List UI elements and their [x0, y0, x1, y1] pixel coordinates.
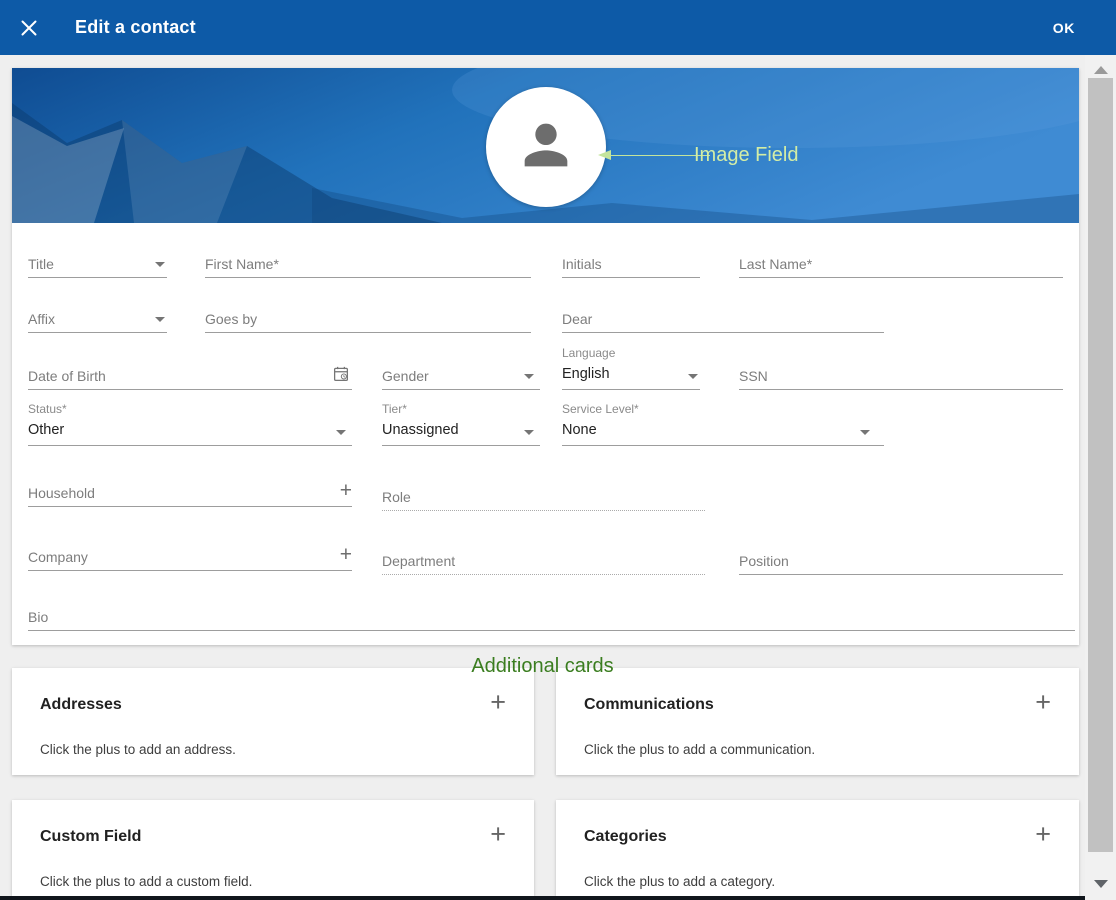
window-bottom-edge — [0, 896, 1085, 900]
image-field-annotation: Image Field — [694, 144, 799, 167]
initials-field[interactable]: Initials — [562, 252, 700, 278]
chevron-down-icon — [688, 374, 698, 379]
status-value: Other — [28, 422, 64, 438]
goes-by-label: Goes by — [205, 311, 257, 327]
date-of-birth-label: Date of Birth — [28, 368, 106, 384]
dear-field[interactable]: Dear — [562, 307, 884, 333]
tier-select[interactable]: Tier* Unassigned — [382, 402, 540, 446]
company-field[interactable]: Company + — [28, 545, 352, 571]
initials-label: Initials — [562, 256, 602, 272]
add-communication-icon[interactable]: + — [1035, 689, 1051, 715]
status-label: Status* — [28, 402, 67, 416]
chevron-down-icon — [524, 374, 534, 379]
service-level-select[interactable]: Service Level* None — [562, 402, 884, 446]
chevron-down-icon — [524, 430, 534, 435]
chevron-down-icon — [336, 430, 346, 435]
edit-contact-dialog: Edit a contact OK — [0, 0, 1116, 900]
chevron-down-icon — [860, 430, 870, 435]
position-field[interactable]: Position — [739, 549, 1063, 575]
add-custom-field-icon[interactable]: + — [490, 821, 506, 847]
custom-field-card-title: Custom Field — [40, 828, 141, 846]
last-name-label: Last Name* — [739, 256, 812, 272]
tier-value: Unassigned — [382, 422, 459, 438]
tier-label: Tier* — [382, 402, 407, 416]
scrollbar-thumb[interactable] — [1088, 78, 1113, 852]
add-address-icon[interactable]: + — [490, 689, 506, 715]
communications-card-title: Communications — [584, 696, 714, 714]
role-label: Role — [382, 489, 411, 505]
categories-card-title: Categories — [584, 828, 667, 846]
categories-card-hint: Click the plus to add a category. — [584, 874, 775, 889]
addresses-card-title: Addresses — [40, 696, 122, 714]
dialog-title: Edit a contact — [75, 17, 196, 38]
custom-field-card-hint: Click the plus to add a custom field. — [40, 874, 252, 889]
calendar-icon[interactable] — [332, 365, 350, 383]
status-select[interactable]: Status* Other — [28, 402, 352, 446]
language-select[interactable]: Language English — [562, 346, 700, 390]
chevron-down-icon — [155, 262, 165, 267]
ssn-field[interactable]: SSN — [739, 364, 1063, 390]
first-name-label: First Name* — [205, 256, 279, 272]
date-of-birth-field[interactable]: Date of Birth — [28, 364, 352, 390]
custom-field-card: Custom Field + Click the plus to add a c… — [12, 800, 534, 896]
department-label: Department — [382, 553, 455, 569]
bio-field[interactable]: Bio — [28, 605, 1075, 631]
addresses-card-hint: Click the plus to add an address. — [40, 742, 236, 757]
gender-label: Gender — [382, 368, 429, 384]
title-label: Title — [28, 256, 54, 272]
ok-button[interactable]: OK — [1053, 20, 1075, 36]
dear-label: Dear — [562, 311, 592, 327]
service-level-value: None — [562, 422, 597, 438]
communications-card: Communications + Click the plus to add a… — [556, 668, 1079, 775]
gender-select[interactable]: Gender — [382, 364, 540, 390]
title-select[interactable]: Title — [28, 252, 167, 278]
close-icon[interactable] — [20, 19, 38, 37]
chevron-down-icon — [155, 317, 165, 322]
ssn-label: SSN — [739, 368, 768, 384]
first-name-field[interactable]: First Name* — [205, 252, 531, 278]
add-household-icon[interactable]: + — [340, 482, 352, 500]
department-field[interactable]: Department — [382, 549, 705, 575]
language-value: English — [562, 366, 610, 382]
categories-card: Categories + Click the plus to add a cat… — [556, 800, 1079, 896]
goes-by-field[interactable]: Goes by — [205, 307, 531, 333]
communications-card-hint: Click the plus to add a communication. — [584, 742, 815, 757]
add-company-icon[interactable]: + — [340, 546, 352, 564]
position-label: Position — [739, 553, 789, 569]
person-icon — [514, 113, 578, 177]
affix-label: Affix — [28, 311, 55, 327]
service-level-label: Service Level* — [562, 402, 639, 416]
affix-select[interactable]: Affix — [28, 307, 167, 333]
add-category-icon[interactable]: + — [1035, 821, 1051, 847]
scroll-up-icon[interactable] — [1094, 66, 1108, 74]
bio-label: Bio — [28, 609, 48, 625]
dialog-header: Edit a contact OK — [0, 0, 1116, 55]
scroll-down-icon[interactable] — [1094, 880, 1108, 888]
role-field[interactable]: Role — [382, 485, 705, 511]
last-name-field[interactable]: Last Name* — [739, 252, 1063, 278]
contact-form-card: Image Field Title First Name* Initials L… — [12, 68, 1079, 645]
addresses-card: Addresses + Click the plus to add an add… — [12, 668, 534, 775]
contact-photo-field[interactable] — [486, 87, 606, 207]
company-label: Company — [28, 549, 88, 565]
household-field[interactable]: Household + — [28, 481, 352, 507]
language-label: Language — [562, 346, 615, 360]
household-label: Household — [28, 485, 95, 501]
